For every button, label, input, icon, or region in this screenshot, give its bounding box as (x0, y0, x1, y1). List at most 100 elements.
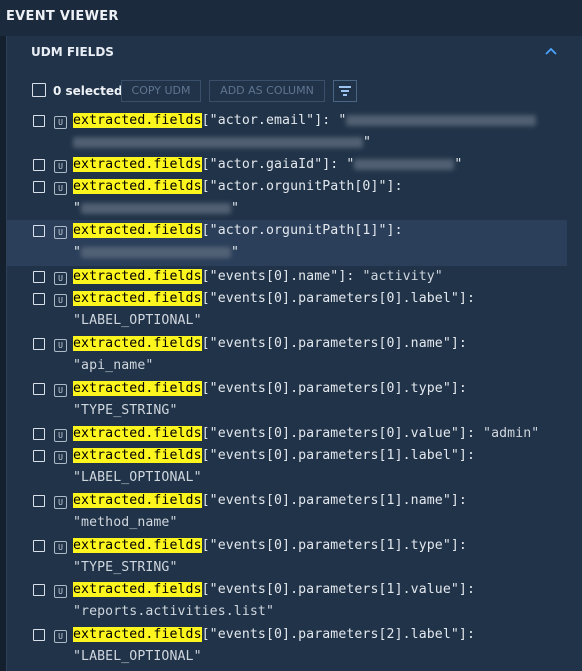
udm-field-row[interactable]: Uextracted.fields["events[0].parameters[… (7, 490, 567, 536)
field-key-highlight: extracted.fields (73, 179, 202, 194)
udm-field-row[interactable]: Uextracted.fields["events[0].parameters[… (7, 579, 567, 625)
field-text: extracted.fields["actor.gaiaId"]: " " (73, 157, 463, 172)
field-text: extracted.fields["events[0].parameters[0… (73, 288, 475, 332)
field-text: extracted.fields["events[0].parameters[1… (73, 490, 467, 534)
udm-badge-icon: U (54, 294, 67, 307)
field-path: ["events[0].parameters[2].label"]: (201, 627, 475, 642)
field-key-highlight: extracted.fields (73, 381, 202, 396)
field-value: "LABEL_OPTIONAL" (73, 470, 202, 485)
row-checkbox[interactable] (33, 383, 45, 395)
row-checkbox[interactable] (33, 271, 45, 283)
udm-badge-icon: U (54, 339, 67, 352)
udm-badge-icon: U (54, 384, 67, 397)
row-checkbox[interactable] (33, 629, 45, 641)
row-checkbox[interactable] (33, 584, 45, 596)
udm-field-row[interactable]: Uextracted.fields["events[0].parameters[… (7, 535, 567, 581)
field-key-highlight: extracted.fields (73, 426, 202, 441)
field-key-highlight: extracted.fields (73, 627, 202, 642)
udm-field-row[interactable]: Uextracted.fields["events[0].parameters[… (7, 624, 567, 670)
row-checkbox[interactable] (33, 540, 45, 552)
udm-field-row[interactable]: Uextracted.fields["events[0].parameters[… (7, 333, 567, 379)
field-key-highlight: extracted.fields (73, 538, 202, 553)
field-key-highlight: extracted.fields (73, 448, 202, 463)
filter-button[interactable] (333, 80, 357, 102)
row-checkbox[interactable] (33, 293, 45, 305)
field-value: "api_name" (73, 358, 154, 373)
redacted-value (81, 202, 232, 214)
field-value: "method_name" (73, 515, 178, 530)
field-text: extracted.fields["actor.email"]: " " (73, 110, 537, 154)
udm-badge-icon: U (54, 451, 67, 464)
field-text: extracted.fields["events[0].parameters[2… (73, 624, 475, 668)
filter-icon (339, 86, 351, 96)
toolbar: 0 selected COPY UDM ADD AS COLUMN (31, 79, 571, 103)
panel-title: UDM FIELDS (31, 45, 114, 59)
field-value: "LABEL_OPTIONAL" (73, 313, 202, 328)
field-text: extracted.fields["events[0].parameters[1… (73, 445, 475, 489)
udm-badge-icon: U (54, 226, 67, 239)
row-checkbox[interactable] (33, 115, 45, 127)
field-path: ["actor.gaiaId"]: " (201, 157, 355, 172)
udm-field-row[interactable]: Uextracted.fields["actor.orgunitPath[0]"… (7, 176, 567, 222)
field-path: ["events[0].parameters[1].value"]: (201, 582, 475, 597)
field-path: ["events[0].parameters[0].label"]: (201, 291, 475, 306)
udm-badge-icon: U (54, 160, 67, 173)
field-path: ["events[0].name"]: (201, 269, 363, 284)
row-checkbox[interactable] (33, 159, 45, 171)
field-key-highlight: extracted.fields (73, 223, 202, 238)
udm-badge-icon: U (54, 429, 67, 442)
redacted-value (81, 246, 232, 258)
field-value: "reports.activities.list" (73, 604, 274, 619)
udm-field-row[interactable]: Uextracted.fields["actor.email"]: " " (7, 110, 567, 156)
field-key-highlight: extracted.fields (73, 291, 202, 306)
field-key-highlight: extracted.fields (73, 113, 202, 128)
field-value: "activity" (362, 269, 443, 284)
field-key-highlight: extracted.fields (73, 582, 202, 597)
udm-field-row[interactable]: Uextracted.fields["events[0].parameters[… (7, 423, 567, 447)
field-text: extracted.fields["actor.orgunitPath[0]"]… (73, 179, 403, 216)
field-path: ["events[0].parameters[0].type"]: (201, 381, 467, 396)
field-key-highlight: extracted.fields (73, 157, 202, 172)
udm-field-row[interactable]: Uextracted.fields["events[0].parameters[… (7, 378, 567, 424)
udm-badge-icon: U (54, 182, 67, 195)
row-checkbox[interactable] (33, 495, 45, 507)
udm-badge-icon: U (54, 541, 67, 554)
app-title: EVENT VIEWER (6, 9, 119, 24)
redacted-value (354, 158, 455, 170)
field-value: "LABEL_OPTIONAL" (73, 649, 202, 664)
field-value: "TYPE_STRING" (73, 403, 178, 418)
udm-badge-icon: U (54, 585, 67, 598)
udm-badge-icon: U (54, 630, 67, 643)
udm-field-row[interactable]: Uextracted.fields["events[0].parameters[… (7, 288, 567, 334)
row-checkbox[interactable] (33, 225, 45, 237)
row-checkbox[interactable] (33, 450, 45, 462)
selected-count: 0 selected (53, 84, 123, 98)
udm-field-row[interactable]: Uextracted.fields["events[0].name"]: "ac… (7, 266, 567, 290)
field-key-highlight: extracted.fields (73, 336, 202, 351)
field-text: extracted.fields["events[0].parameters[1… (73, 535, 467, 579)
field-text: extracted.fields["events[0].parameters[0… (73, 378, 467, 422)
field-path: ["events[0].parameters[0].name"]: (201, 336, 467, 351)
field-path: ["events[0].parameters[1].label"]: (201, 448, 475, 463)
redacted-value (346, 114, 537, 126)
field-path: ["events[0].parameters[1].type"]: (201, 538, 467, 553)
field-text: extracted.fields["events[0].parameters[0… (73, 423, 539, 445)
udm-badge-icon: U (54, 496, 67, 509)
row-checkbox[interactable] (33, 428, 45, 440)
udm-badge-icon: U (54, 116, 67, 129)
udm-field-row[interactable]: Uextracted.fields["events[0].parameters[… (7, 445, 567, 491)
udm-fields-panel: UDM FIELDS 0 selected COPY UDM ADD AS CO… (6, 36, 582, 671)
field-text: extracted.fields["events[0].parameters[0… (73, 333, 467, 377)
udm-field-row[interactable]: Uextracted.fields["actor.orgunitPath[1]"… (7, 220, 567, 266)
row-checkbox[interactable] (33, 338, 45, 350)
add-as-column-button[interactable]: ADD AS COLUMN (209, 80, 325, 102)
copy-udm-button[interactable]: COPY UDM (121, 80, 201, 102)
field-path: ["events[0].parameters[1].name"]: (201, 493, 467, 508)
udm-badge-icon: U (54, 272, 67, 285)
select-all-checkbox[interactable] (32, 83, 46, 97)
field-value: "TYPE_STRING" (73, 560, 178, 575)
chevron-up-icon[interactable] (541, 43, 561, 61)
row-checkbox[interactable] (33, 181, 45, 193)
udm-field-row[interactable]: Uextracted.fields["actor.gaiaId"]: " " (7, 154, 567, 178)
field-value: "admin" (483, 426, 540, 441)
